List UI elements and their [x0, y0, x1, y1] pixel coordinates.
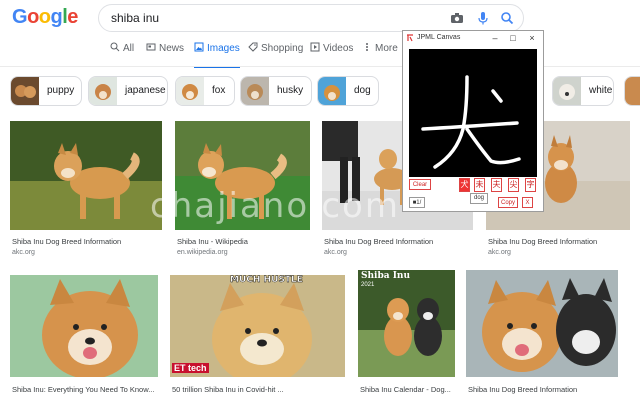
chip-thumbnail — [241, 77, 269, 105]
candidate-kanji[interactable]: 字 — [525, 178, 536, 192]
search-icon[interactable] — [499, 10, 515, 26]
candidate-kanji[interactable]: 尖 — [508, 178, 519, 192]
result-image[interactable]: Shiba Inu 2021 — [358, 270, 455, 377]
chip-husky[interactable]: husky — [240, 76, 312, 106]
tab-videos[interactable]: Videos — [310, 42, 353, 66]
chip-thumbnail — [318, 77, 346, 105]
result-source: en.wikipedia.org — [177, 249, 228, 256]
result-image[interactable] — [466, 270, 618, 377]
image-icon — [194, 42, 204, 52]
result-caption[interactable]: Shiba Inu Calendar - Dog... — [360, 385, 455, 394]
result-caption[interactable]: Shiba Inu Dog Breed Information — [488, 237, 630, 246]
meme-text: MUCH HUSTLE — [230, 275, 303, 285]
chip-thumbnail — [89, 77, 117, 105]
tab-images[interactable]: Images — [194, 42, 240, 68]
result-source: akc.org — [12, 249, 35, 256]
close-icon[interactable]: × — [526, 32, 538, 44]
result-caption[interactable]: Shiba Inu Dog Breed Information — [468, 385, 618, 394]
window-titlebar[interactable]: JPML Canvas – □ × — [403, 31, 543, 45]
result-caption[interactable]: Shiba Inu: Everything You Need To Know..… — [12, 385, 158, 394]
clear-button[interactable]: Clear — [409, 179, 431, 190]
chip-partial[interactable] — [624, 76, 640, 106]
chip-puppy[interactable]: puppy — [10, 76, 82, 106]
result-image[interactable] — [10, 121, 162, 230]
chip-japanese[interactable]: japanese — [88, 76, 168, 106]
camera-icon[interactable] — [449, 10, 465, 26]
meaning-tooltip: dog — [470, 193, 489, 204]
tag-icon — [248, 42, 258, 52]
candidate-kanji[interactable]: 夫 — [491, 178, 502, 192]
result-caption[interactable]: Shiba Inu Dog Breed Information — [324, 237, 474, 246]
chip-thumbnail — [11, 77, 39, 105]
minimize-icon[interactable]: – — [489, 32, 501, 44]
search-box[interactable]: shiba inu — [98, 4, 524, 32]
app-icon — [406, 34, 414, 42]
candidate-kanji[interactable]: 未 — [474, 178, 485, 192]
chip-thumbnail — [553, 77, 581, 105]
tabs-divider — [0, 66, 640, 67]
microphone-icon[interactable] — [475, 10, 491, 26]
more-icon — [362, 42, 372, 52]
result-caption[interactable]: Shiba Inu Dog Breed Information — [12, 237, 162, 246]
result-source: akc.org — [488, 249, 511, 256]
search-input[interactable]: shiba inu — [111, 11, 159, 25]
copy-button[interactable]: Copy — [498, 197, 518, 208]
window-title: JPML Canvas — [417, 34, 461, 41]
brand-badge: ET tech — [172, 363, 209, 373]
candidate-kanji[interactable]: 犬 — [459, 178, 470, 192]
result-caption[interactable]: 50 trillion Shiba Inu in Covid-hit ... — [172, 385, 344, 394]
tab-news[interactable]: News — [146, 42, 184, 66]
watermark: chajiano.com — [150, 186, 400, 226]
calendar-title: Shiba Inu — [361, 271, 411, 281]
misc-button[interactable]: ■1/ — [409, 197, 425, 208]
chip-thumbnail — [625, 77, 640, 105]
chip-white[interactable]: white — [552, 76, 614, 106]
tab-more[interactable]: More — [362, 42, 398, 66]
news-icon — [146, 42, 156, 52]
chip-dog[interactable]: dog — [317, 76, 379, 106]
result-caption[interactable]: Shiba Inu - Wikipedia — [177, 237, 312, 246]
search-icon — [110, 42, 120, 52]
close-button[interactable]: X — [522, 197, 533, 208]
tab-all[interactable]: All — [110, 42, 134, 66]
drawing-canvas[interactable] — [409, 49, 537, 177]
google-logo[interactable]: Google — [12, 6, 78, 29]
play-icon — [310, 42, 320, 52]
result-source: akc.org — [324, 249, 347, 256]
chip-thumbnail — [176, 77, 204, 105]
maximize-icon[interactable]: □ — [507, 32, 519, 44]
result-image[interactable] — [10, 275, 158, 377]
chip-fox[interactable]: fox — [175, 76, 235, 106]
calendar-year: 2021 — [361, 282, 375, 288]
result-image[interactable]: MUCH HUSTLE ET tech — [170, 275, 345, 377]
tab-shopping[interactable]: Shopping — [248, 42, 303, 66]
jpml-canvas-window[interactable]: JPML Canvas – □ × Clear 犬 未 夫 尖 字 ■1/ Co… — [402, 30, 544, 212]
